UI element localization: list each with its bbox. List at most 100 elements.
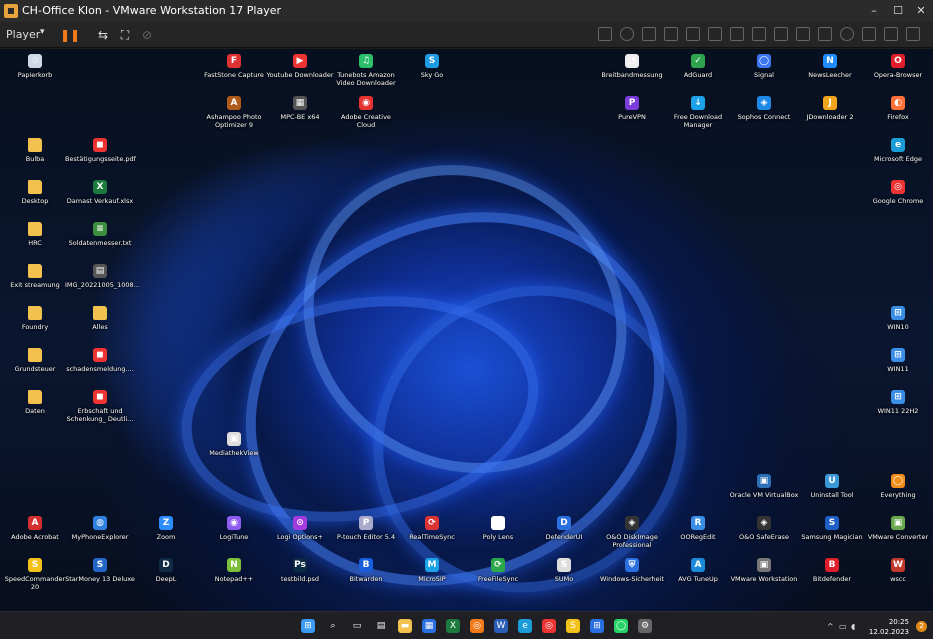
- device-icon[interactable]: [686, 27, 700, 41]
- desktop-icon[interactable]: S SpeedCommander 20: [0, 558, 70, 592]
- clock[interactable]: 20:25 12.02.2023: [849, 617, 909, 637]
- desktop-icon[interactable]: X Damast Verkauf.xlsx: [65, 180, 135, 214]
- desktop-icon[interactable]: ▦ MPC-BE x64: [265, 96, 335, 130]
- desktop-icon[interactable]: S StarMoney 13 Deluxe: [65, 558, 135, 592]
- store-icon[interactable]: ▦: [422, 619, 436, 633]
- desktop-icon[interactable]: ◍ MyPhoneExplorer: [65, 516, 135, 550]
- desktop-icon[interactable]: ⊞ WIN10: [863, 306, 933, 340]
- send-ctrl-alt-del-icon[interactable]: ⇆: [94, 26, 112, 44]
- device-icon[interactable]: [708, 27, 722, 41]
- minimize-button[interactable]: –: [862, 0, 886, 22]
- desktop-icon[interactable]: ▣ VMware Workstation: [729, 558, 799, 592]
- device-icon[interactable]: [906, 27, 920, 41]
- desktop-icon[interactable]: ▶ Youtube Downloader: [265, 54, 335, 88]
- desktop-icon[interactable]: ◉ Adobe Creative Cloud: [331, 96, 401, 130]
- windows-icon[interactable]: ⊞: [590, 619, 604, 633]
- desktop-icon[interactable]: Wwscc: [863, 558, 933, 592]
- whatsapp-icon[interactable]: ◯: [614, 619, 628, 633]
- desktop-icon[interactable]: ◯ Signal: [729, 54, 799, 88]
- tray-chevron-icon[interactable]: ^: [827, 622, 837, 632]
- device-icon[interactable]: [796, 27, 810, 41]
- desktop-icon[interactable]: ◐ Firefox: [863, 96, 933, 130]
- desktop-icon[interactable]: A AVG TuneUp: [663, 558, 733, 592]
- desktop-icon[interactable]: P P-touch Editor 5.4: [331, 516, 401, 550]
- desktop-icon[interactable]: ⟳ RealTimeSync: [397, 516, 467, 550]
- desktop-icon[interactable]: ◼ Bestätigungsseite.pdf: [65, 138, 136, 172]
- settings-icon[interactable]: ⚙: [638, 619, 652, 633]
- windows-start-icon[interactable]: ⊞: [301, 619, 315, 633]
- desktop-icon[interactable]: Bulba: [0, 138, 70, 172]
- desktop-icon[interactable]: ✓ AdGuard: [663, 54, 733, 88]
- desktop-icon[interactable]: U Uninstall Tool: [797, 474, 867, 508]
- desktop-icon[interactable]: ◈ Sophos Connect: [729, 96, 799, 130]
- desktop-icon[interactable]: ◉ LogiTune: [199, 516, 269, 550]
- desktop-icon[interactable]: ◯ Everything: [863, 474, 933, 508]
- fullscreen-icon[interactable]: ⛶: [116, 26, 134, 44]
- desktop-icon[interactable]: ◈ O&O DiskImage Professional: [597, 516, 667, 550]
- unity-icon[interactable]: ⊘: [138, 26, 156, 44]
- task-view-icon[interactable]: ▭: [350, 619, 364, 633]
- desktop-icon[interactable]: ◭ Poly Lens: [463, 516, 533, 550]
- desktop-icon[interactable]: ⊙ Logi Options+: [265, 516, 335, 550]
- device-icon[interactable]: [752, 27, 766, 41]
- desktop-icon[interactable]: S Samsung Magician: [797, 516, 867, 550]
- guest-desktop[interactable]: ♲ Papierkorb F FastStone Capture ▶ Youtube Do…: [0, 49, 933, 639]
- player-menu[interactable]: Player: [6, 28, 40, 41]
- desktop-icon[interactable]: Alles: [65, 306, 135, 340]
- desktop-icon[interactable]: ≡ Soldatenmesser.txt: [65, 222, 135, 256]
- desktop-icon[interactable]: N Notepad++: [199, 558, 269, 592]
- device-icon[interactable]: [730, 27, 744, 41]
- desktop-icon[interactable]: F FastStone Capture: [199, 54, 269, 88]
- desktop-icon[interactable]: ↓ Free Download Manager: [663, 96, 733, 130]
- chrome-icon[interactable]: ◎: [542, 619, 556, 633]
- close-button[interactable]: ✕: [909, 0, 933, 22]
- desktop-icon[interactable]: ▣ Oracle VM VirtualBox: [729, 474, 799, 508]
- maximize-button[interactable]: ☐: [886, 0, 910, 22]
- desktop-icon[interactable]: Ps testbild.psd: [265, 558, 335, 592]
- excel-icon[interactable]: X: [446, 619, 460, 633]
- file-explorer-icon[interactable]: ▬: [398, 619, 412, 633]
- desktop-icon[interactable]: N NewsLeecher: [795, 54, 865, 88]
- device-icon[interactable]: [598, 27, 612, 41]
- desktop-icon[interactable]: O Opera-Browser: [863, 54, 933, 88]
- desktop-icon[interactable]: Exit streamung: [0, 264, 70, 298]
- desktop-icon[interactable]: ◔ Breitbandmessung: [597, 54, 667, 88]
- device-icon[interactable]: [840, 27, 854, 41]
- desktop-icon[interactable]: ◈ O&O SafeErase: [729, 516, 799, 550]
- desktop-icon[interactable]: S Sky Go: [397, 54, 467, 88]
- desktop-icon[interactable]: e Microsoft Edge: [863, 138, 933, 172]
- desktop-icon[interactable]: ◼ schadensmeldung....: [65, 348, 135, 382]
- desktop-icon[interactable]: R OORegEdit: [663, 516, 733, 550]
- desktop-icon[interactable]: B Bitdefender: [797, 558, 867, 592]
- title-bar[interactable]: CH-Office Klon - VMware Workstation 17 P…: [0, 0, 933, 22]
- desktop-icon[interactable]: ⊞ WIN11: [863, 348, 933, 382]
- device-icon[interactable]: [884, 27, 898, 41]
- desktop-icon[interactable]: J JDownloader 2: [795, 96, 865, 130]
- desktop-icon[interactable]: A Adobe Acrobat: [0, 516, 70, 550]
- desktop-icon[interactable]: D DeepL: [131, 558, 201, 592]
- desktop-icon[interactable]: ◼ Erbschaft und Schenkung_ Deutli...: [65, 390, 135, 424]
- widgets-icon[interactable]: ▤: [374, 619, 388, 633]
- desktop-icon[interactable]: ◎ Google Chrome: [863, 180, 933, 214]
- edge-icon[interactable]: e: [518, 619, 532, 633]
- desktop-icon[interactable]: ⟳ FreeFileSync: [463, 558, 533, 592]
- pause-icon[interactable]: ❚❚: [60, 26, 80, 44]
- desktop-icon[interactable]: ⊞ WIN11 22H2: [863, 390, 933, 424]
- desktop-icon[interactable]: B Bitwarden: [331, 558, 401, 592]
- player-menu-chevron-icon[interactable]: ▾: [40, 27, 45, 37]
- device-icon[interactable]: [862, 27, 876, 41]
- desktop-icon[interactable]: S SUMo: [529, 558, 599, 592]
- sumo-icon[interactable]: S: [566, 619, 580, 633]
- notification-badge[interactable]: 2: [916, 621, 927, 632]
- device-icon[interactable]: [818, 27, 832, 41]
- desktop-icon[interactable]: Grundsteuer: [0, 348, 70, 382]
- desktop-icon[interactable]: Z Zoom: [131, 516, 201, 550]
- desktop-icon[interactable]: A Ashampoo Photo Optimizer 9: [199, 96, 269, 130]
- device-icon[interactable]: [664, 27, 678, 41]
- desktop-icon[interactable]: D DefenderUI: [529, 516, 599, 550]
- desktop-icon[interactable]: M MicroSIP: [397, 558, 467, 592]
- desktop-icon[interactable]: Desktop: [0, 180, 70, 214]
- desktop-icon[interactable]: ♫ Tunebots Amazon Video Downloader: [331, 54, 401, 88]
- word-icon[interactable]: W: [494, 619, 508, 633]
- desktop-icon[interactable]: P PureVPN: [597, 96, 667, 130]
